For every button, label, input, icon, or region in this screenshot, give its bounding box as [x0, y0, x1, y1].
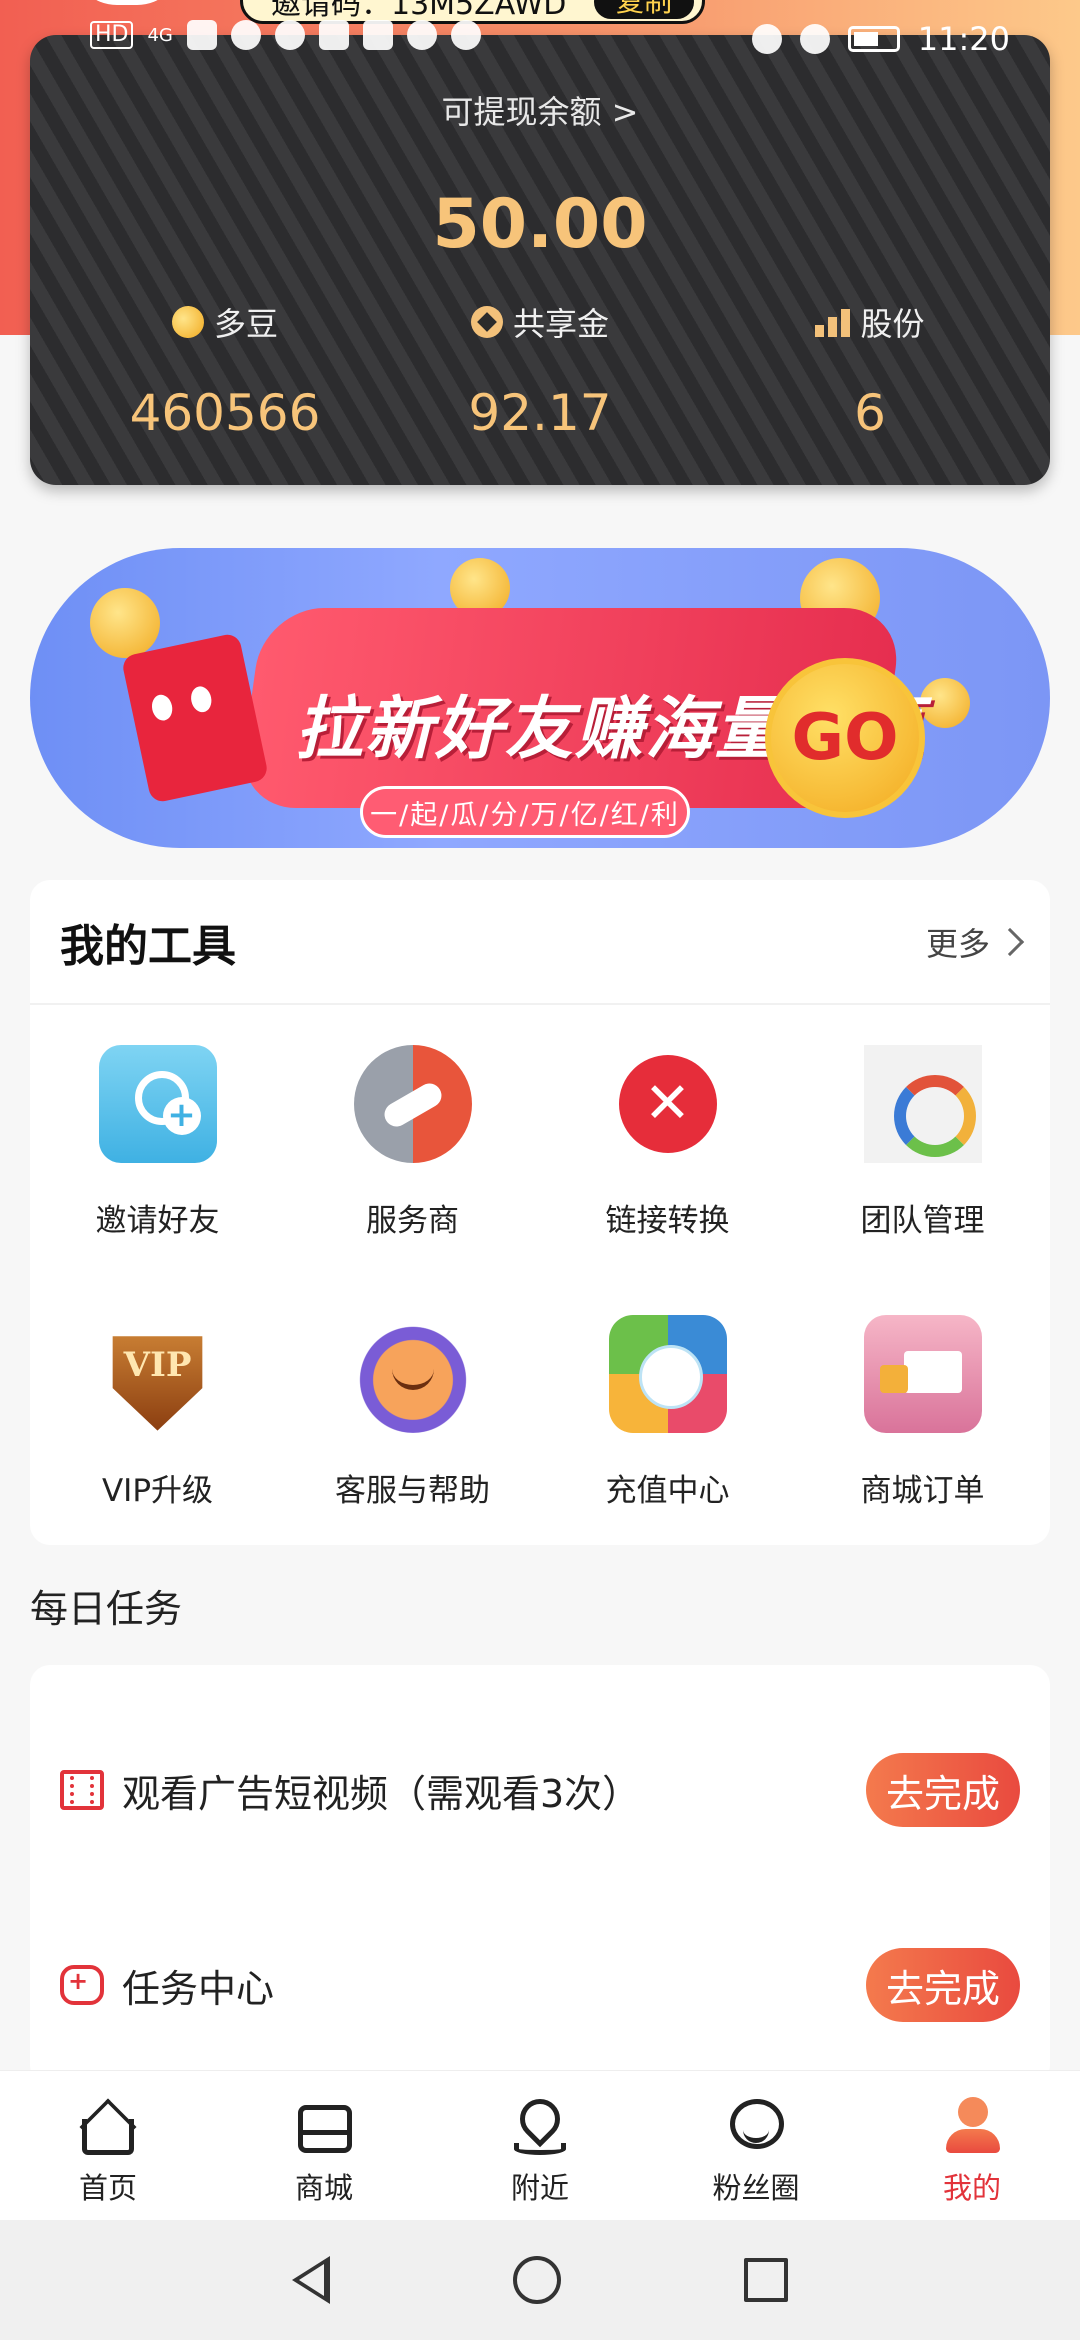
wifi-icon [230, 20, 261, 50]
gamepad-icon [60, 1965, 104, 2005]
hd-indicator: HD [90, 21, 134, 49]
handshake-icon [353, 1045, 472, 1163]
tab-home[interactable]: 首页 [0, 2071, 216, 2220]
tab-store[interactable]: 商城 [216, 2071, 432, 2220]
task-center: 任务中心 去完成 [30, 1935, 1050, 2035]
tool-customer-service[interactable]: 客服与帮助 [285, 1275, 540, 1545]
stat-label: 共享金 [512, 305, 609, 343]
task-watch-video: 观看广告短视频（需观看3次） 去完成 [30, 1740, 1050, 1840]
tab-nearby[interactable]: 附近 [432, 2071, 648, 2220]
vip-badge-icon [112, 1336, 203, 1431]
delivery-truck-icon [863, 1315, 982, 1433]
status-time: 11:20 [917, 20, 1010, 58]
bar-chart-icon [815, 307, 851, 337]
home-icon [76, 2095, 140, 2157]
app-notification-icon [274, 20, 305, 50]
more-tools-link[interactable]: 更多 [925, 919, 1025, 965]
complete-task-button[interactable]: 去完成 [865, 1753, 1020, 1827]
location-icon [799, 24, 830, 54]
task-label: 观看广告短视频（需观看3次） [122, 1771, 641, 1816]
tool-label: 客服与帮助 [335, 1473, 490, 1509]
system-navigation-bar [0, 2220, 1080, 2340]
my-tools-header: 我的工具 更多 [30, 880, 1050, 1005]
stat-value: 6 [854, 384, 886, 442]
alarm-icon [751, 24, 782, 54]
stat-value: 460566 [129, 384, 321, 442]
tab-me[interactable]: 我的 [864, 2071, 1080, 2220]
back-icon[interactable] [291, 2256, 330, 2304]
coin-icon [167, 301, 209, 343]
wechat-icon [450, 20, 481, 50]
tool-vip-upgrade[interactable]: VIP升级 [30, 1275, 285, 1545]
stat-label: 多豆 [213, 305, 278, 343]
coin-icon [920, 678, 970, 728]
browser-notification-icon [362, 20, 393, 50]
customer-service-icon [353, 1315, 472, 1433]
tab-label: 附近 [510, 2171, 569, 2205]
video-icon [60, 1770, 104, 1810]
tool-mall-orders[interactable]: 商城订单 [795, 1275, 1050, 1545]
profile-icon [940, 2095, 1004, 2157]
tool-label: VIP升级 [101, 1473, 214, 1509]
tab-label: 我的 [942, 2171, 1001, 2205]
tab-label: 商城 [294, 2171, 353, 2205]
tool-team-management[interactable]: 团队管理 [795, 1005, 1050, 1275]
status-bar: HD 4G 11:20 [0, 20, 1080, 64]
recent-apps-icon[interactable] [744, 2258, 789, 2302]
tool-label: 邀请好友 [95, 1203, 220, 1239]
diamond-icon [470, 306, 503, 338]
tool-invite-friends[interactable]: 邀请好友 [30, 1005, 285, 1275]
recharge-icon [608, 1315, 727, 1433]
tab-label: 粉丝圈 [712, 2171, 800, 2205]
network-type: 4G [147, 24, 173, 46]
tool-label: 服务商 [366, 1203, 459, 1239]
section-title: 我的工具 [60, 920, 236, 972]
tool-label: 商城订单 [860, 1473, 985, 1509]
red-envelope-mascot-icon [120, 632, 270, 804]
task-label: 任务中心 [122, 1966, 275, 2011]
invite-friends-banner[interactable]: 拉新好友赚海量多豆 GO 一/起/瓜/分/万/亿/红/利 [30, 548, 1050, 848]
withdrawable-balance-link[interactable]: 可提现余额 > [30, 87, 1050, 133]
signal-icon [186, 20, 217, 50]
qq-icon [406, 20, 437, 50]
stat-shares[interactable]: 股份 6 [720, 300, 1020, 442]
stat-duodou[interactable]: 多豆 460566 [75, 300, 375, 442]
stat-label: 股份 [860, 305, 925, 343]
tool-service-provider[interactable]: 服务商 [285, 1005, 540, 1275]
store-icon [292, 2095, 356, 2157]
tab-label: 首页 [78, 2171, 137, 2205]
more-label: 更多 [925, 924, 990, 963]
my-tools-card: 我的工具 更多 邀请好友 服务商 链接转换 团队管理 VIP升级 客服与帮助 充… [30, 880, 1050, 1545]
coin-icon [90, 588, 160, 658]
tool-label: 充值中心 [605, 1473, 730, 1509]
withdrawable-balance-value: 50.00 [432, 185, 648, 264]
invite-friend-icon [98, 1045, 217, 1163]
tool-recharge-center[interactable]: 充值中心 [540, 1275, 795, 1545]
balance-card: 可提现余额 > 50.00 多豆 460566 共享金 92.17 股份 6 [30, 35, 1050, 485]
stat-shared-fund[interactable]: 共享金 92.17 [390, 300, 690, 442]
location-pin-icon [508, 2090, 572, 2157]
complete-task-button[interactable]: 去完成 [865, 1948, 1020, 2022]
stat-value: 92.17 [468, 384, 612, 442]
tool-label: 团队管理 [860, 1203, 985, 1239]
tools-grid: 邀请好友 服务商 链接转换 团队管理 VIP升级 客服与帮助 充值中心 商城订单 [30, 1005, 1050, 1545]
banner-go-button[interactable]: GO [765, 658, 925, 818]
download-icon [318, 20, 349, 50]
team-icon [863, 1045, 982, 1163]
banner-subtitle: 一/起/瓜/分/万/亿/红/利 [360, 786, 690, 838]
bottom-tab-bar: 首页 商城 附近 粉丝圈 我的 [0, 2070, 1080, 2220]
tab-fans-circle[interactable]: 粉丝圈 [648, 2071, 864, 2220]
link-convert-icon [608, 1045, 727, 1163]
copy-invite-code-button[interactable]: 复制 [593, 0, 694, 19]
chat-bubble-icon [724, 2095, 788, 2157]
home-circle-icon[interactable] [512, 2256, 561, 2304]
tool-link-convert[interactable]: 链接转换 [540, 1005, 795, 1275]
battery-icon [847, 26, 900, 52]
tool-label: 链接转换 [605, 1203, 730, 1239]
daily-tasks-card: 观看广告短视频（需观看3次） 去完成 任务中心 去完成 [30, 1665, 1050, 2085]
chevron-right-icon [995, 927, 1025, 956]
daily-tasks-title: 每日任务 [30, 1587, 183, 1631]
